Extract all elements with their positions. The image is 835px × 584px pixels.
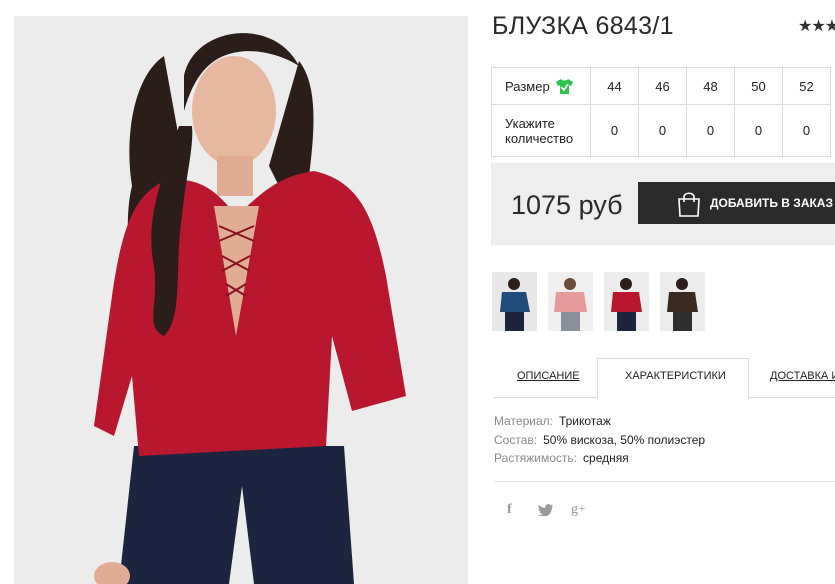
thumbnail-red[interactable]: [604, 272, 649, 331]
size-label-cell: Размер: [491, 67, 591, 105]
quantity-label-cell: Укажите количество: [491, 104, 591, 157]
characteristic-key: Состав:: [494, 433, 538, 447]
quantity-label-line1: Укажите: [505, 115, 555, 131]
product-price: 1075 руб: [511, 190, 623, 220]
size-cell[interactable]: 50: [734, 67, 783, 105]
section-divider: [494, 481, 835, 482]
add-to-order-button[interactable]: ДОБАВИТЬ В ЗАКАЗ: [638, 182, 835, 224]
tab-characteristics[interactable]: ХАРАКТЕРИСТИКИ: [625, 370, 726, 382]
thumbnail-black[interactable]: [660, 272, 705, 331]
google-plus-share-icon[interactable]: g+: [571, 502, 586, 518]
rating-stars[interactable]: ★★★: [798, 16, 835, 36]
quantity-input[interactable]: 0: [686, 104, 735, 157]
twitter-share-icon[interactable]: [538, 504, 553, 516]
size-cell[interactable]: 46: [638, 67, 687, 105]
size-label: Размер: [505, 78, 550, 94]
characteristic-row: Материал: Трикотаж: [494, 414, 611, 428]
size-cell[interactable]: 44: [590, 67, 639, 105]
characteristic-value: Трикотаж: [558, 414, 611, 428]
tab-delivery[interactable]: ДОСТАВКА И: [770, 370, 835, 382]
size-cell[interactable]: 52: [782, 67, 831, 105]
product-title: БЛУЗКА 6843/1: [492, 12, 674, 40]
thumbnail-image: [548, 272, 593, 331]
characteristic-key: Материал:: [494, 414, 553, 428]
product-main-photo[interactable]: [14, 16, 468, 584]
quantity-input[interactable]: 0: [590, 104, 639, 157]
thumbnail-image: [492, 272, 537, 331]
size-chart-tshirt-icon[interactable]: [555, 78, 573, 94]
facebook-share-icon[interactable]: f: [507, 502, 512, 518]
characteristic-row: Состав: 50% вискоза, 50% полиэстер: [494, 433, 705, 447]
quantity-input[interactable]: 0: [638, 104, 687, 157]
quantity-row: Укажите количество 0 0 0 0 0: [491, 104, 831, 157]
model-illustration: [14, 16, 468, 584]
characteristic-row: Растяжимость: средняя: [494, 451, 629, 465]
add-to-order-label: ДОБАВИТЬ В ЗАКАЗ: [710, 196, 833, 210]
thumbnail-image: [604, 272, 649, 331]
thumbnail-pink[interactable]: [548, 272, 593, 331]
characteristic-key: Растяжимость:: [494, 451, 578, 465]
quantity-input[interactable]: 0: [734, 104, 783, 157]
price-panel: 1075 руб ДОБАВИТЬ В ЗАКАЗ: [491, 163, 835, 245]
thumbnail-blue[interactable]: [492, 272, 537, 331]
characteristic-value: 50% вискоза, 50% полиэстер: [543, 433, 706, 447]
tab-description[interactable]: ОПИСАНИЕ: [517, 370, 580, 382]
quantity-label-line2: количество: [505, 130, 574, 146]
size-quantity-table: Размер 44 46 48 50 52 Укажите количество…: [491, 67, 831, 157]
quantity-input[interactable]: 0: [782, 104, 831, 157]
size-row: Размер 44 46 48 50 52: [491, 67, 831, 105]
size-cell[interactable]: 48: [686, 67, 735, 105]
characteristic-value: средняя: [583, 451, 629, 465]
shopping-bag-icon: [678, 192, 700, 217]
thumbnail-image: [660, 272, 705, 331]
